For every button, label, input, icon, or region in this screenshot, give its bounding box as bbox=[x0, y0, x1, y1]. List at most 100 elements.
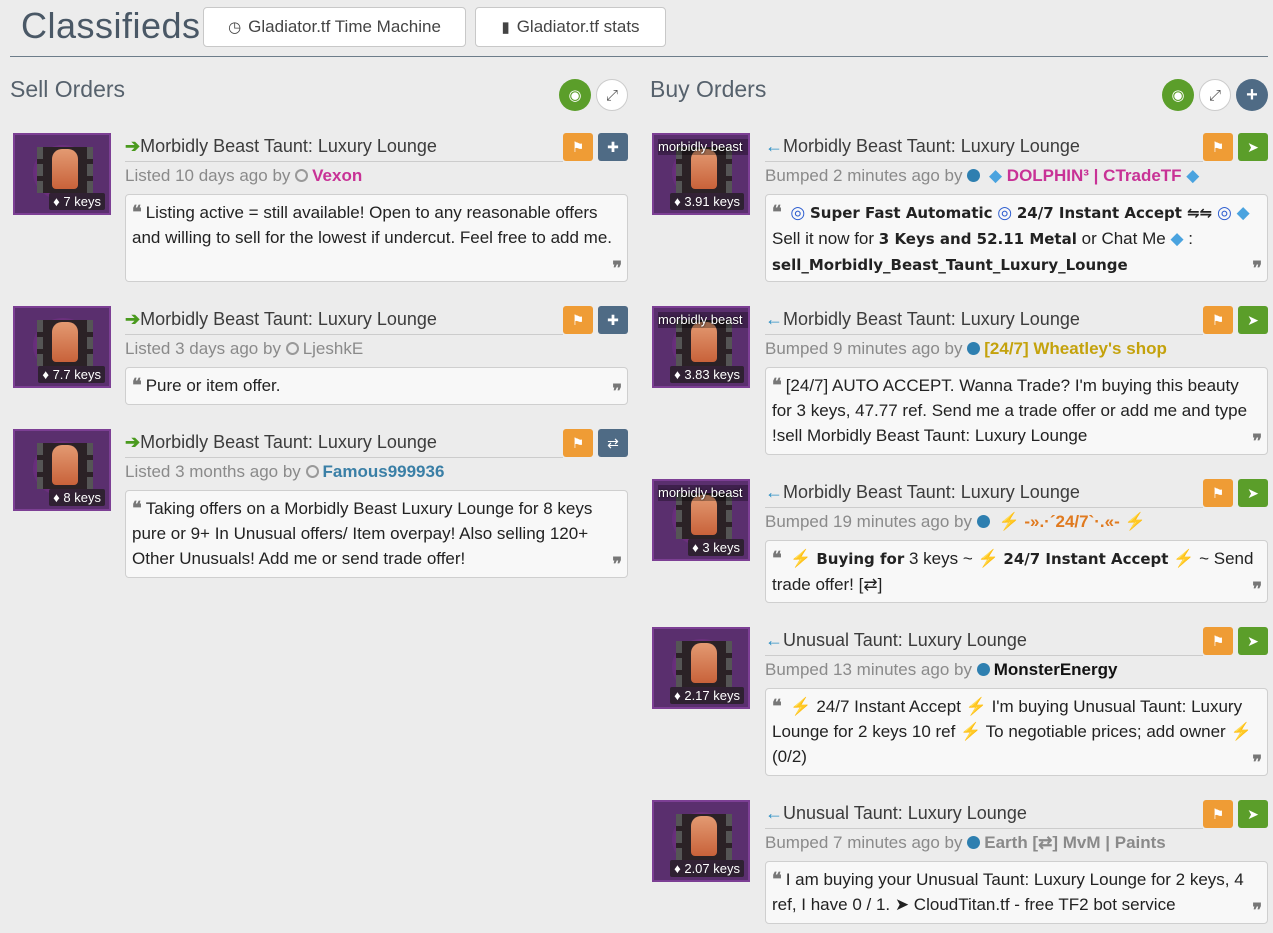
report-button[interactable]: ⚑ bbox=[563, 429, 593, 457]
report-button[interactable]: ⚑ bbox=[1203, 800, 1233, 828]
status-icon bbox=[967, 836, 981, 849]
swirl-icon: ◎ bbox=[790, 203, 806, 222]
item-image[interactable]: ♦ 7 keys bbox=[13, 133, 111, 215]
listing-title[interactable]: ←Morbidly Beast Taunt: Luxury Lounge bbox=[765, 136, 1080, 157]
report-button[interactable]: ⚑ bbox=[1203, 133, 1233, 161]
listing-description: ❝ I am buying your Unusual Taunt: Luxury … bbox=[765, 861, 1268, 924]
stats-button[interactable]: ▮​ Gladiator.tf stats bbox=[475, 7, 666, 47]
bolt-icon: ➤ bbox=[1247, 311, 1259, 328]
user-link[interactable]: [24/7] Wheatley's shop bbox=[984, 339, 1167, 358]
bolt-icon: ⚡ bbox=[1124, 512, 1146, 531]
bolt-icon: ⚡ bbox=[998, 512, 1020, 531]
swirl-icon: ◎ bbox=[997, 203, 1013, 222]
time-machine-button[interactable]: ◷ Gladiator.tf Time Machine bbox=[203, 7, 466, 47]
listing-description: ❝ Listing active = still available! Open … bbox=[125, 194, 628, 282]
user-link[interactable]: DOLPHIN³ | CTradeTF bbox=[1007, 166, 1182, 185]
user-plus-icon: ✚ bbox=[607, 311, 619, 328]
quote-close-icon: ❞ bbox=[1252, 431, 1262, 451]
diamond-icon: ◆ bbox=[1170, 229, 1184, 248]
user-plus-icon: ✚ bbox=[607, 138, 619, 155]
eye-slash-icon: ◉ bbox=[568, 87, 582, 104]
add-listing-button[interactable]: + bbox=[1236, 79, 1268, 111]
quote-close-icon: ❞ bbox=[1252, 258, 1262, 278]
bolt-icon: ⚡ bbox=[977, 549, 999, 568]
trade-button[interactable]: ⇄ bbox=[598, 429, 628, 457]
item-image-label: morbidly beast bbox=[658, 312, 748, 328]
quote-close-icon: ❞ bbox=[612, 381, 622, 401]
instant-trade-button[interactable]: ➤ bbox=[1238, 133, 1268, 161]
bolt-icon: ⚡ bbox=[960, 722, 982, 741]
item-image[interactable]: ♦ 2.17 keys bbox=[652, 627, 750, 709]
instant-trade-button[interactable]: ➤ bbox=[1238, 800, 1268, 828]
item-image[interactable]: ♦ 8 keys bbox=[13, 429, 111, 511]
item-image[interactable]: morbidly beast ♦ 3.83 keys bbox=[652, 306, 750, 388]
diamond-icon: ◆ bbox=[1186, 166, 1200, 185]
quote-open-icon: ❝ bbox=[772, 202, 782, 222]
user-link[interactable]: Earth [⇄] MvM | Paints bbox=[984, 833, 1166, 852]
price-tag: ♦ 8 keys bbox=[49, 489, 105, 506]
report-button[interactable]: ⚑ bbox=[1203, 479, 1233, 507]
bolt-icon: ➤ bbox=[1247, 805, 1259, 822]
instant-trade-button[interactable]: ➤ bbox=[1238, 627, 1268, 655]
tag-icon: ♦ bbox=[674, 367, 681, 382]
quote-open-icon: ❝ bbox=[772, 696, 782, 716]
plus-icon: + bbox=[1246, 83, 1258, 106]
quote-open-icon: ❝ bbox=[132, 375, 142, 395]
flag-icon: ⚑ bbox=[1211, 632, 1225, 649]
visibility-toggle-sell-button[interactable]: ◉ bbox=[559, 79, 591, 111]
price-tag: ♦ 3.91 keys bbox=[670, 193, 744, 210]
listing-title[interactable]: ➔Morbidly Beast Taunt: Luxury Lounge bbox=[125, 432, 437, 453]
tag-icon: ♦ bbox=[53, 194, 60, 209]
listing-title[interactable]: ←Unusual Taunt: Luxury Lounge bbox=[765, 803, 1027, 824]
sell-orders-title: Sell Orders bbox=[10, 76, 126, 102]
item-image[interactable]: morbidly beast ♦ 3.91 keys bbox=[652, 133, 750, 215]
user-link[interactable]: Famous999936 bbox=[323, 462, 445, 481]
clock-icon: ◷ bbox=[228, 19, 242, 36]
status-icon bbox=[285, 342, 299, 355]
arrow-left-icon: ← bbox=[765, 803, 783, 823]
price-tag: ♦ 7 keys bbox=[49, 193, 105, 210]
quote-close-icon: ❞ bbox=[1252, 752, 1262, 772]
user-link[interactable]: -».·´24/7`·.«- bbox=[1024, 512, 1119, 531]
bolt-icon: ⚡ bbox=[1173, 549, 1195, 568]
listing-title[interactable]: ←Morbidly Beast Taunt: Luxury Lounge bbox=[765, 309, 1080, 330]
visibility-toggle-buy-button[interactable]: ◉ bbox=[1162, 79, 1194, 111]
bolt-icon: ⚡ bbox=[790, 697, 812, 716]
item-image[interactable]: ♦ 7.7 keys bbox=[13, 306, 111, 388]
expand-sell-button[interactable]: ⤢ bbox=[596, 79, 628, 111]
item-image[interactable]: morbidly beast ♦ 3 keys bbox=[652, 479, 750, 561]
expand-buy-button[interactable]: ⤢ bbox=[1199, 79, 1231, 111]
report-button[interactable]: ⚑ bbox=[1203, 306, 1233, 334]
item-image-label: morbidly beast bbox=[658, 139, 748, 155]
add-friend-button[interactable]: ✚ bbox=[598, 133, 628, 161]
listing-title[interactable]: ←Unusual Taunt: Luxury Lounge bbox=[765, 630, 1027, 651]
flag-icon: ⚑ bbox=[571, 138, 585, 155]
add-friend-button[interactable]: ✚ bbox=[598, 306, 628, 334]
status-icon bbox=[295, 169, 309, 182]
status-icon bbox=[967, 169, 981, 182]
bolt-icon: ➤ bbox=[1247, 632, 1259, 649]
report-button[interactable]: ⚑ bbox=[1203, 627, 1233, 655]
user-link[interactable]: MonsterEnergy bbox=[994, 660, 1118, 679]
instant-trade-button[interactable]: ➤ bbox=[1238, 306, 1268, 334]
report-button[interactable]: ⚑ bbox=[563, 306, 593, 334]
tag-icon: ♦ bbox=[53, 490, 60, 505]
tag-icon: ♦ bbox=[674, 194, 681, 209]
user-link[interactable]: LjeshkE bbox=[303, 339, 363, 358]
instant-trade-button[interactable]: ➤ bbox=[1238, 479, 1268, 507]
report-button[interactable]: ⚑ bbox=[563, 133, 593, 161]
listing-meta: Bumped 2 minutes ago by ◆ DOLPHIN³ | CTr… bbox=[765, 166, 1200, 185]
listing-meta: Listed 10 days ago by Vexon bbox=[125, 166, 363, 185]
price-tag: ♦ 2.17 keys bbox=[670, 687, 744, 704]
bar-chart-icon: ▮​ bbox=[501, 19, 510, 36]
listing-description: ❝ Pure or item offer. ❞ bbox=[125, 367, 628, 405]
listing-title[interactable]: ➔Morbidly Beast Taunt: Luxury Lounge bbox=[125, 309, 437, 330]
listing-title[interactable]: ←Morbidly Beast Taunt: Luxury Lounge bbox=[765, 482, 1080, 503]
listing-title[interactable]: ➔Morbidly Beast Taunt: Luxury Lounge bbox=[125, 136, 437, 157]
status-icon bbox=[976, 663, 990, 676]
status-icon bbox=[305, 465, 319, 478]
user-link[interactable]: Vexon bbox=[312, 166, 362, 185]
item-image[interactable]: ♦ 2.07 keys bbox=[652, 800, 750, 882]
status-icon bbox=[967, 342, 981, 355]
page-header: Classifieds ◷ Gladiator.tf Time Machine … bbox=[10, 0, 1268, 57]
